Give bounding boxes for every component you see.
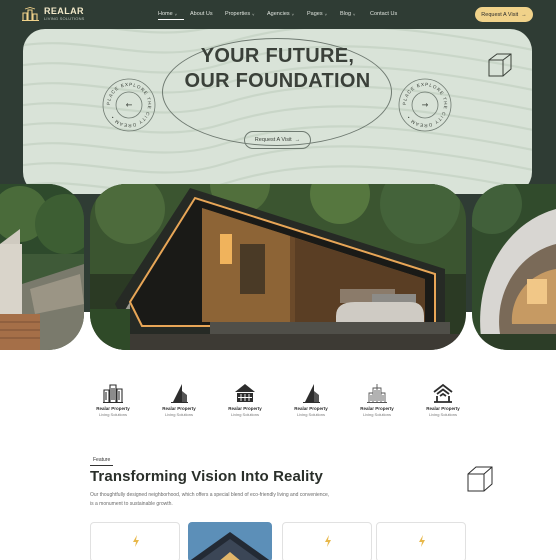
leaf-tower-icon bbox=[171, 384, 188, 403]
arrow-left-icon: ← bbox=[126, 101, 133, 110]
chevron-down-icon: ˅ bbox=[174, 11, 178, 17]
nav-label: Blog bbox=[340, 11, 352, 17]
hero-headline-line-2: OUR FOUNDATION bbox=[184, 70, 371, 92]
partner-tagline: Living Solutions bbox=[98, 412, 128, 417]
hero-headline: YOUR FUTURE, OUR FOUNDATION bbox=[23, 44, 532, 94]
feature-card[interactable] bbox=[282, 522, 372, 560]
section-description: Our thoughtfully designed neighborhood, … bbox=[90, 492, 330, 507]
arrow-right-icon: → bbox=[294, 137, 301, 143]
city-towers-icon bbox=[103, 384, 123, 403]
request-visit-button[interactable]: Request A Visit → bbox=[475, 7, 533, 22]
section-tag: Feature bbox=[90, 455, 114, 466]
nav-label: Contact Us bbox=[370, 11, 398, 17]
partner-logos: Realar Property Living Solutions Realar … bbox=[88, 383, 468, 423]
partner-name: Realar Property bbox=[360, 406, 394, 411]
site-header: REALAR LIVING SOLUTIONS Home ˅ About Us P… bbox=[0, 0, 556, 30]
arrow-right-icon: → bbox=[521, 11, 527, 18]
partner-tagline: Living Solutions bbox=[296, 412, 326, 417]
partner-logo[interactable]: Realar Property Living Solutions bbox=[154, 383, 204, 423]
nav-contact[interactable]: Contact Us bbox=[370, 11, 410, 17]
nav-label: Agencies bbox=[267, 11, 290, 17]
partner-name: Realar Property bbox=[228, 406, 262, 411]
main-nav: Home ˅ About Us Properties ˅ Agencies ˅ Pag… bbox=[158, 11, 410, 20]
nav-blog[interactable]: Blog ˅ bbox=[340, 11, 370, 17]
prev-circle-badge[interactable]: PLACE EXPLORE THE CITY DREAM • ← bbox=[102, 78, 156, 132]
nav-label: Properties bbox=[225, 11, 251, 17]
chevron-down-icon: ˅ bbox=[252, 11, 255, 17]
nav-agencies[interactable]: Agencies ˅ bbox=[267, 11, 307, 17]
chevron-down-icon: ˅ bbox=[324, 11, 327, 17]
property-photo-main[interactable] bbox=[90, 184, 466, 350]
lightning-icon bbox=[325, 535, 331, 547]
partner-tagline: Living Solutions bbox=[428, 412, 458, 417]
page: REALAR LIVING SOLUTIONS Home ˅ About Us P… bbox=[0, 0, 556, 560]
partner-tagline: Living Solutions bbox=[362, 412, 392, 417]
nav-label: About Us bbox=[190, 11, 213, 17]
leaf-tower-icon bbox=[303, 384, 320, 403]
hero-button-label: Request A Visit bbox=[254, 137, 292, 143]
partner-name: Realar Property bbox=[96, 406, 130, 411]
partner-logo[interactable]: Realar Property Living Solutions bbox=[220, 383, 270, 423]
lightning-icon bbox=[133, 535, 139, 547]
partner-logo[interactable]: Realar Property Living Solutions bbox=[418, 383, 468, 423]
partner-tagline: Living Solutions bbox=[230, 412, 260, 417]
partner-logo[interactable]: Realar Property Living Solutions bbox=[352, 383, 402, 423]
chevron-down-icon: ˅ bbox=[291, 11, 294, 17]
logo-name: REALAR bbox=[44, 6, 84, 16]
skyscraper-icon bbox=[367, 384, 387, 403]
request-visit-label: Request A Visit bbox=[481, 11, 519, 18]
partner-name: Realar Property bbox=[426, 406, 460, 411]
partner-tagline: Living Solutions bbox=[164, 412, 194, 417]
nav-home[interactable]: Home ˅ bbox=[158, 11, 190, 20]
hero-request-visit-button[interactable]: Request A Visit → bbox=[244, 131, 311, 149]
partner-name: Realar Property bbox=[294, 406, 328, 411]
roof-lines-icon bbox=[433, 383, 453, 403]
arrow-right-icon: → bbox=[422, 101, 429, 110]
cabin-photo bbox=[90, 184, 466, 350]
cube-icon bbox=[467, 466, 493, 492]
logo-tagline: LIVING SOLUTIONS bbox=[44, 16, 85, 21]
partner-logo[interactable]: Realar Property Living Solutions bbox=[286, 383, 336, 423]
logo[interactable]: REALAR LIVING SOLUTIONS bbox=[22, 7, 85, 21]
nav-about[interactable]: About Us bbox=[190, 11, 225, 17]
logo-buildings-icon bbox=[22, 7, 39, 21]
house-grid-icon bbox=[235, 384, 255, 402]
nav-pages[interactable]: Pages ˅ bbox=[307, 11, 340, 17]
section-title: Transforming Vision Into Reality bbox=[90, 468, 323, 485]
property-photo-left[interactable] bbox=[0, 184, 84, 350]
cube-icon bbox=[488, 53, 512, 77]
partner-logo[interactable]: Realar Property Living Solutions bbox=[88, 383, 138, 423]
roof-photo bbox=[188, 522, 272, 560]
feature-card-image[interactable] bbox=[188, 522, 272, 560]
hero-headline-line-1: YOUR FUTURE, bbox=[200, 45, 355, 67]
house-photo-left bbox=[0, 184, 84, 350]
nav-properties[interactable]: Properties ˅ bbox=[225, 11, 267, 17]
feature-card[interactable] bbox=[90, 522, 180, 560]
lightning-icon bbox=[419, 535, 425, 547]
nav-label: Home bbox=[158, 11, 173, 17]
next-circle-badge[interactable]: PLACE EXPLORE THE CITY DREAM • → bbox=[398, 78, 452, 132]
property-photo-right[interactable] bbox=[472, 184, 556, 350]
chevron-down-icon: ˅ bbox=[353, 11, 356, 17]
dome-house-photo bbox=[472, 184, 556, 350]
partner-name: Realar Property bbox=[162, 406, 196, 411]
nav-label: Pages bbox=[307, 11, 323, 17]
feature-card[interactable] bbox=[376, 522, 466, 560]
